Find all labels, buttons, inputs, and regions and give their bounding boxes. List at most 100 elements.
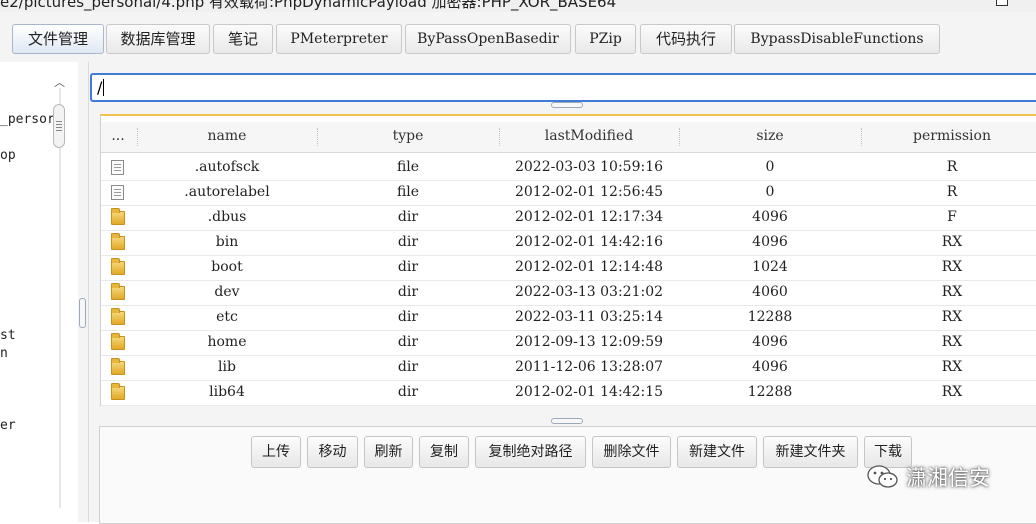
cell-permission: R [946,159,958,175]
file-icon [111,160,124,175]
cell-name: bin [215,234,239,250]
folder-icon [111,258,125,275]
cell-type: dir [397,309,419,325]
table-row[interactable]: .autofsck file 2022-03-03 10:59:16 0 R [101,155,1036,181]
cell-type: file [396,184,420,200]
cell-size: 0 [765,159,775,175]
tab-database-manager[interactable]: 数据库管理 [106,24,210,54]
maximize-window-icon[interactable] [996,0,1008,6]
upload-button[interactable]: 上传 [251,436,301,468]
new-folder-button[interactable]: 新建文件夹 [763,436,858,468]
cell-type: dir [397,259,419,275]
cell-type: dir [397,359,419,375]
tree-item[interactable]: st [0,328,16,343]
folder-icon [111,358,125,375]
cell-type: dir [397,384,419,400]
cell-size: 12288 [747,309,793,325]
folder-icon [111,233,125,250]
cell-last-modified: 2022-03-03 10:59:16 [514,159,664,175]
move-button[interactable]: 移动 [307,436,358,468]
table-row[interactable]: home dir 2012-09-13 12:09:59 4096 RX [101,330,1036,356]
header-last-modified[interactable]: lastModified [499,122,679,152]
cell-name: boot [211,259,243,275]
cell-permission: RX [941,384,963,400]
scrollbar-thumb[interactable] [53,104,65,148]
cell-size: 4096 [752,359,788,375]
cell-last-modified: 2011-12-06 13:28:07 [514,359,664,375]
tab-notes[interactable]: 笔记 [213,24,273,54]
split-grip-top[interactable] [551,102,583,108]
tree-item[interactable]: op [0,148,16,163]
tab-code-exec[interactable]: 代码执行 [640,24,732,54]
cell-size: 12288 [747,384,793,400]
cell-last-modified: 2012-02-01 14:42:16 [514,234,664,250]
cell-last-modified: 2012-09-13 12:09:59 [514,334,664,350]
folder-icon [111,308,125,325]
copy-button[interactable]: 复制 [419,436,469,468]
tab-pzip[interactable]: PZip [575,24,636,54]
cell-name: lib [218,359,236,375]
cell-name: home [207,334,247,350]
header-permission[interactable]: permission [861,122,1036,152]
table-row[interactable]: lib64 dir 2012-02-01 14:42:15 12288 RX [101,380,1036,406]
chevron-up-icon[interactable]: ︿ [54,74,65,90]
cell-permission: F [947,209,957,225]
cell-last-modified: 2012-02-01 12:14:48 [514,259,664,275]
table-row[interactable]: bin dir 2012-02-01 14:42:16 4096 RX [101,230,1036,256]
tab-pmeterpreter[interactable]: PMeterpreter [276,24,402,54]
path-input[interactable]: / [90,73,1036,102]
tree-scrollbar[interactable]: ︿ [52,70,68,522]
tree-item[interactable]: er [0,418,16,433]
table-row[interactable]: lib dir 2011-12-06 13:28:07 4096 RX [101,355,1036,381]
table-row[interactable]: .dbus dir 2012-02-01 12:17:34 4096 F [101,205,1036,231]
splitter-handle[interactable] [79,298,86,328]
split-grip-bottom[interactable] [551,418,583,424]
cell-last-modified: 2012-02-01 12:17:34 [514,209,664,225]
folder-icon [111,208,125,225]
folder-icon [111,283,125,300]
cell-name: .autorelabel [184,184,270,200]
cell-last-modified: 2012-02-01 12:56:45 [514,184,664,200]
tab-bypass-openbasedir[interactable]: ByPassOpenBasedir [405,24,571,54]
wechat-icon [867,465,898,488]
header-more[interactable]: ... [101,122,135,152]
cell-name: .dbus [207,209,247,225]
delete-file-button[interactable]: 删除文件 [592,436,671,468]
tree-item[interactable]: n [0,346,8,361]
cell-type: dir [397,209,419,225]
header-name[interactable]: name [137,122,317,152]
header-size[interactable]: size [679,122,861,152]
cell-size: 4096 [752,334,788,350]
cell-type: dir [397,284,419,300]
watermark: 潇湘信安 [866,454,990,500]
refresh-button[interactable]: 刷新 [364,436,413,468]
cell-permission: RX [941,284,963,300]
cell-type: dir [397,334,419,350]
tab-file-manager[interactable]: 文件管理 [12,24,104,54]
table-row[interactable]: .autorelabel file 2012-02-01 12:56:45 0 … [101,180,1036,206]
cell-last-modified: 2012-02-01 14:42:15 [514,384,664,400]
cell-name: lib64 [209,384,245,400]
cell-name: .autofsck [194,159,260,175]
copy-absolute-path-button[interactable]: 复制绝对路径 [475,436,586,468]
cell-size: 4060 [752,284,788,300]
table-row[interactable]: boot dir 2012-02-01 12:14:48 1024 RX [101,255,1036,281]
vertical-splitter[interactable] [78,62,89,522]
cell-type: file [396,159,420,175]
tree-item[interactable]: _persor [0,112,55,127]
header-type[interactable]: type [317,122,499,152]
cell-permission: RX [941,309,963,325]
folder-icon [111,333,125,350]
cell-permission: R [946,184,958,200]
file-table: ... name type lastModified size permissi… [100,114,1036,406]
cell-type: dir [397,234,419,250]
cell-permission: RX [941,234,963,250]
window-titlebar: e2/pictures_personal/4.php 有效载荷:PhpDynam… [0,0,1036,12]
file-icon [111,185,124,200]
path-value: / [97,78,103,97]
new-file-button[interactable]: 新建文件 [677,436,757,468]
tab-bypass-disable-functions[interactable]: BypassDisableFunctions [734,24,940,54]
scrollbar-track[interactable] [59,88,61,508]
table-row[interactable]: etc dir 2022-03-11 03:25:14 12288 RX [101,305,1036,331]
table-row[interactable]: dev dir 2022-03-13 03:21:02 4060 RX [101,280,1036,306]
